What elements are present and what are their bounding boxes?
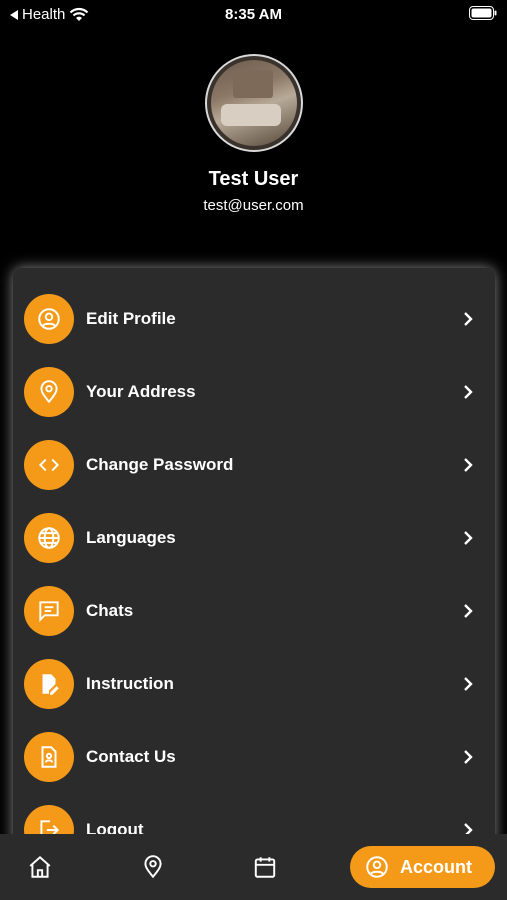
user-circle-icon <box>366 856 388 878</box>
menu-item-label: Change Password <box>86 454 234 474</box>
profile-header: Test User test@user.com <box>0 54 507 214</box>
status-bar: Health 8:35 AM <box>0 0 507 28</box>
menu-item-label: Languages <box>86 527 176 547</box>
bottom-nav: Account <box>0 834 507 900</box>
nav-calendar[interactable] <box>250 852 280 882</box>
globe-icon <box>24 512 74 563</box>
calendar-icon <box>254 857 276 878</box>
menu-item-your-address[interactable]: Your Address <box>13 355 495 428</box>
avatar-photo <box>210 60 297 146</box>
code-brackets-icon <box>24 439 74 490</box>
menu-item-chats[interactable]: Chats <box>13 574 495 647</box>
chevron-right-icon <box>464 457 473 472</box>
status-time: 8:35 AM <box>225 6 282 23</box>
user-circle-icon <box>24 293 74 344</box>
profile-email: test@user.com <box>203 197 304 214</box>
home-icon <box>29 855 51 878</box>
menu-item-label: Chats <box>86 600 134 620</box>
avatar[interactable] <box>204 54 303 152</box>
profile-name: Test User <box>208 168 299 190</box>
nav-account[interactable]: Account <box>350 846 495 888</box>
chevron-right-icon <box>464 311 473 326</box>
contact-document-icon <box>24 731 74 782</box>
menu-item-contact-us[interactable]: Contact Us <box>13 720 495 793</box>
nav-home[interactable] <box>25 852 55 882</box>
battery-icon <box>469 6 497 24</box>
document-edit-icon <box>24 658 74 709</box>
menu-item-label: Your Address <box>86 381 196 401</box>
chevron-right-icon <box>464 530 473 545</box>
menu-item-instruction[interactable]: Instruction <box>13 647 495 720</box>
location-pin-icon <box>24 366 74 417</box>
chevron-right-icon <box>464 384 473 399</box>
location-pin-icon <box>144 855 162 879</box>
menu-item-edit-profile[interactable]: Edit Profile <box>13 282 495 355</box>
menu-item-label: Instruction <box>86 673 174 693</box>
menu-item-change-password[interactable]: Change Password <box>13 428 495 501</box>
chat-icon <box>24 585 74 636</box>
nav-location[interactable] <box>138 852 168 882</box>
settings-menu: Edit Profile Your Address Change Passwor… <box>13 268 495 848</box>
menu-item-label: Contact Us <box>86 746 176 766</box>
chevron-right-icon <box>464 676 473 691</box>
menu-item-languages[interactable]: Languages <box>13 501 495 574</box>
chevron-right-icon <box>464 749 473 764</box>
chevron-right-icon <box>464 603 473 618</box>
menu-item-label: Edit Profile <box>86 308 176 328</box>
nav-account-label: Account <box>400 856 472 877</box>
